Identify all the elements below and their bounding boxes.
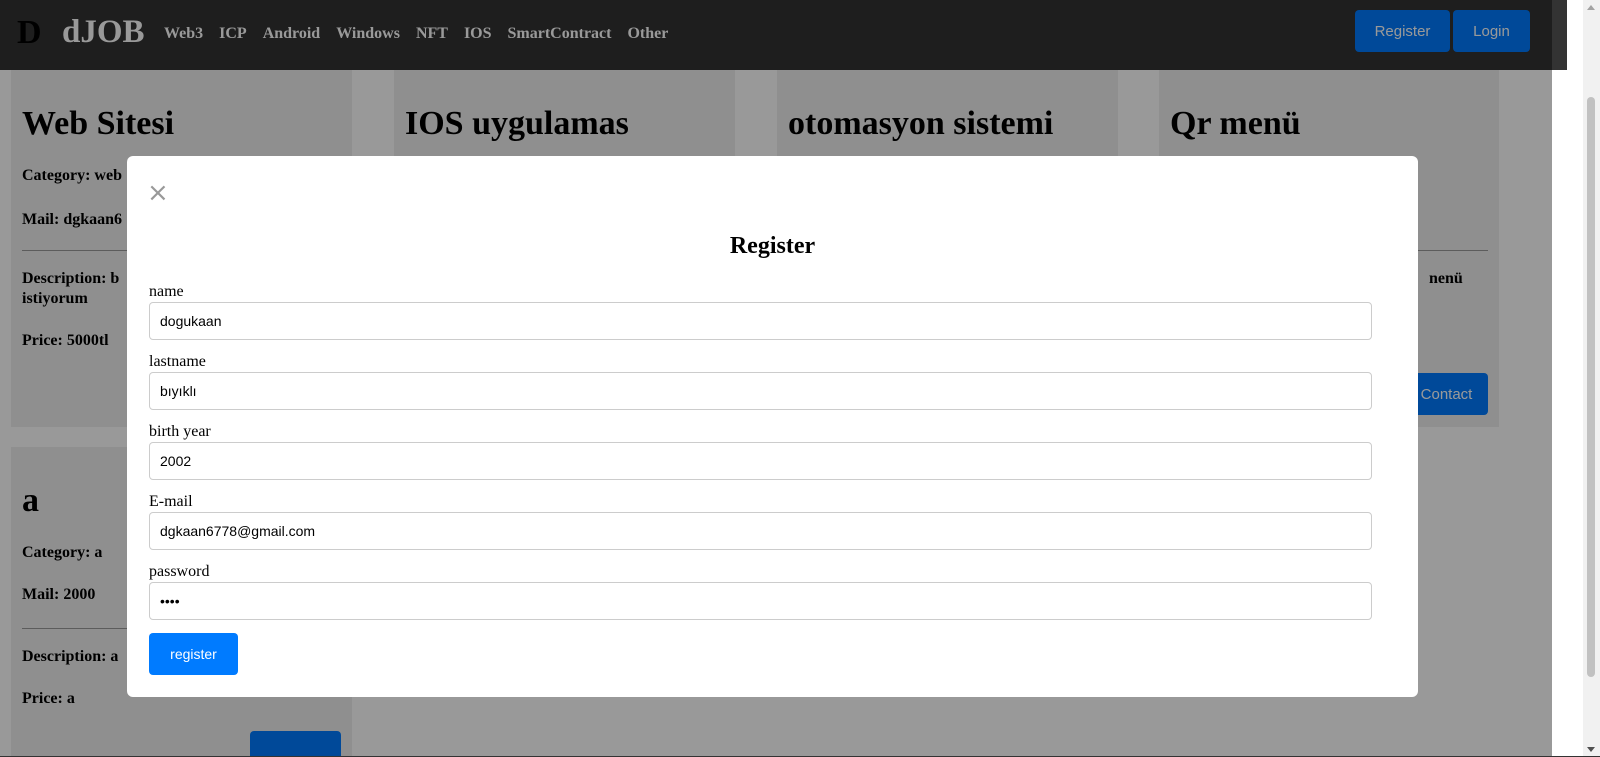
scroll-up-icon[interactable]	[1587, 5, 1595, 10]
scroll-down-icon[interactable]	[1587, 747, 1595, 752]
password-field[interactable]	[149, 582, 1372, 620]
close-icon[interactable]: ×	[147, 180, 169, 206]
birth-year-field[interactable]	[149, 442, 1372, 480]
password-label: password	[149, 563, 210, 580]
lastname-field[interactable]	[149, 372, 1372, 410]
name-label: name	[149, 283, 184, 300]
page: D dJOB Web3 ICP Android Windows NFT IOS …	[0, 0, 1567, 757]
register-modal: × Register name lastname birth year E-ma…	[127, 156, 1418, 697]
birth-year-label: birth year	[149, 423, 211, 440]
scrollbar[interactable]	[1583, 0, 1600, 757]
name-field[interactable]	[149, 302, 1372, 340]
email-field[interactable]	[149, 512, 1372, 550]
scroll-thumb[interactable]	[1587, 97, 1595, 677]
email-label: E-mail	[149, 493, 193, 510]
lastname-label: lastname	[149, 353, 206, 370]
submit-register-button[interactable]: register	[149, 633, 238, 675]
modal-title: Register	[729, 233, 816, 259]
